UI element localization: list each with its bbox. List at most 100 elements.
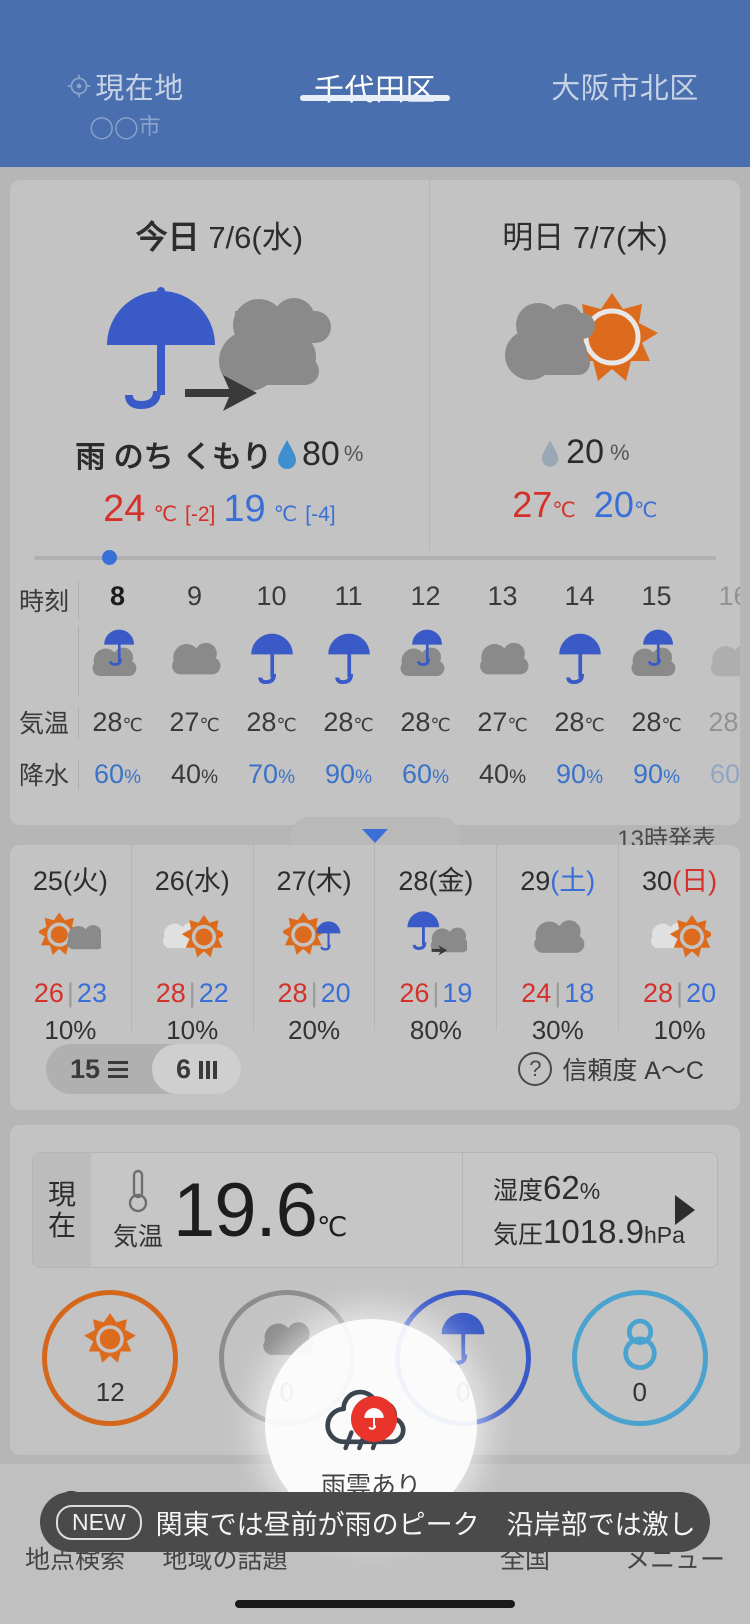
week-day[interactable]: 29(土) 24 | 18 30% bbox=[497, 845, 620, 1045]
week-date: 30(日) bbox=[642, 866, 718, 896]
forecast-range-toggle[interactable]: 15 6 bbox=[46, 1044, 242, 1094]
current-temp-label: 気温 bbox=[113, 1223, 164, 1251]
hourly-temp-cell: 28℃ bbox=[400, 706, 451, 737]
rain-cloudy-icon bbox=[375, 902, 496, 972]
tab-chiyoda[interactable]: 千代田区 bbox=[250, 57, 500, 109]
stat-circle[interactable]: 0 bbox=[571, 1290, 708, 1426]
sunny-cloudy-icon bbox=[10, 902, 131, 972]
tab-sublabel: ◯◯市 bbox=[89, 114, 161, 139]
current-temp-unit: ℃ bbox=[316, 1211, 347, 1242]
umbrella-icon bbox=[364, 1408, 384, 1430]
today-high: 24 bbox=[103, 488, 146, 530]
toggle-15-day[interactable]: 15 bbox=[46, 1044, 152, 1094]
current-badge: 現 在 bbox=[33, 1153, 91, 1267]
weekly-forecast-card: 25(火) 26 | 23 10% 26(水) 28 | 22 10% 27(木) 28… bbox=[10, 845, 740, 1110]
hourly-icon-cell bbox=[233, 626, 310, 696]
hourly-icon-row bbox=[10, 626, 740, 696]
week-date: 29(土) bbox=[520, 866, 596, 896]
week-pop: 10% bbox=[44, 1015, 97, 1045]
week-date: 26(水) bbox=[154, 866, 230, 896]
week-pop: 10% bbox=[166, 1015, 219, 1045]
week-pop: 10% bbox=[653, 1015, 706, 1045]
tab-osaka-kita[interactable]: 大阪市北区 bbox=[500, 57, 750, 107]
today-title: 今日 7/6(水) bbox=[10, 180, 429, 258]
humidity-label: 湿度 bbox=[493, 1177, 544, 1205]
chevron-right-icon[interactable] bbox=[675, 1195, 695, 1225]
pressure-value: 1018.9 bbox=[543, 1213, 644, 1250]
week-temps: 26 | 19 bbox=[399, 978, 473, 1008]
raindrop-icon bbox=[278, 440, 297, 469]
hourly-precip-cells: 60% 40% 70% 90% 60% 40% 90% 90% 60% bbox=[78, 758, 740, 790]
current-temp-value: 19.6 bbox=[173, 1167, 318, 1253]
gps-icon bbox=[66, 73, 92, 99]
cloudy-icon bbox=[497, 902, 618, 972]
hourly-time-cells[interactable]: 8910111213141516 bbox=[10, 580, 740, 866]
today-low-unit: ℃ bbox=[273, 503, 298, 526]
hourly-scroll-track[interactable] bbox=[34, 550, 716, 565]
raindrop-icon bbox=[541, 439, 559, 467]
hourly-time-row: 時刻 8910111213141516 bbox=[10, 574, 740, 866]
home-indicator bbox=[235, 1600, 515, 1608]
hourly-time-cell[interactable]: 11 bbox=[310, 581, 387, 620]
hourly-precip-label: 降水 bbox=[18, 762, 69, 790]
hourly-time-cell[interactable]: 13 bbox=[464, 581, 541, 620]
hourly-icon-cell bbox=[541, 626, 618, 696]
thermometer-icon bbox=[128, 1169, 148, 1213]
hourly-precip-cell: 60% bbox=[710, 758, 740, 789]
tab-current-location[interactable]: 現在地 ◯◯市 bbox=[0, 57, 250, 141]
cloudy-sunny-icon bbox=[619, 902, 740, 972]
week-day[interactable]: 27(木) 28 | 20 20% bbox=[254, 845, 376, 1045]
confidence-info[interactable]: ? 信頼度 A〜C bbox=[518, 1051, 704, 1087]
weekly-days: 25(火) 26 | 23 10% 26(水) 28 | 22 10% 27(木) 28… bbox=[10, 845, 740, 1045]
tomorrow-pop: 20 bbox=[566, 433, 604, 471]
cloudy-rain-icon bbox=[396, 629, 456, 694]
week-temps: 24 | 18 bbox=[521, 978, 595, 1008]
hourly-precip-cell: 60% bbox=[94, 758, 141, 789]
current-temperature-block: 気温 19.6℃ bbox=[91, 1153, 463, 1267]
week-day[interactable]: 26(水) 28 | 22 10% bbox=[132, 845, 254, 1045]
toggle-15-label: 15 bbox=[70, 1053, 101, 1084]
hourly-icon-cell bbox=[464, 626, 541, 696]
hourly-time-cell[interactable]: 9 bbox=[156, 581, 233, 620]
sunny-rain-icon bbox=[254, 902, 375, 972]
today-panel[interactable]: 今日 7/6(水) 雨 のち くもり 80 % 24 ℃ [-2] 19 ℃ [… bbox=[10, 180, 430, 550]
pressure-unit: hPa bbox=[643, 1222, 685, 1248]
news-new-tag: NEW bbox=[56, 1504, 142, 1540]
hourly-time-cell[interactable]: 15 bbox=[618, 581, 695, 620]
week-day[interactable]: 25(火) 26 | 23 10% bbox=[10, 845, 132, 1045]
week-temps: 28 | 22 bbox=[155, 978, 229, 1008]
news-text: 関東では昼前が雨のピーク 沿岸部では激しい雨の… bbox=[155, 1509, 694, 1540]
hourly-temp-cell: 28℃ bbox=[92, 706, 143, 737]
current-observation-row[interactable]: 現 在 気温 19.6℃ 湿度62% 気圧1018.9hPa bbox=[32, 1152, 718, 1268]
hourly-time-cell[interactable]: 10 bbox=[233, 581, 310, 620]
hourly-time-cell[interactable]: 12 bbox=[387, 581, 464, 620]
hourly-time-label: 時刻 bbox=[18, 588, 69, 616]
hourly-forecast: 時刻 8910111213141516 気温 28℃ 27℃ 28℃ 28℃ 28℃ 27… bbox=[10, 574, 740, 866]
stat-circle-value: 12 bbox=[95, 1377, 125, 1407]
hourly-time-cell[interactable]: 16 bbox=[695, 581, 740, 620]
toggle-6-day[interactable]: 6 bbox=[152, 1044, 242, 1094]
current-badge-line1: 現 bbox=[47, 1178, 76, 1210]
week-day[interactable]: 28(金) 26 | 19 80% bbox=[375, 845, 498, 1045]
week-temps: 28 | 20 bbox=[277, 978, 351, 1008]
hourly-scroll-thumb[interactable] bbox=[102, 550, 117, 565]
tomorrow-temps: 27℃ 20℃ bbox=[430, 484, 740, 526]
rain-icon bbox=[550, 629, 610, 694]
today-low-delta: [-4] bbox=[305, 503, 336, 526]
pressure-label: 気圧 bbox=[493, 1221, 544, 1249]
hourly-time-cell[interactable]: 8 bbox=[79, 581, 156, 620]
today-temps: 24 ℃ [-2] 19 ℃ [-4] bbox=[10, 488, 429, 531]
hourly-icon-cells bbox=[78, 626, 740, 696]
hourly-icon-cell bbox=[310, 626, 387, 696]
hourly-precip-cell: 90% bbox=[556, 758, 603, 789]
week-day[interactable]: 30(日) 28 | 20 10% bbox=[619, 845, 740, 1045]
news-banner[interactable]: NEW 関東では昼前が雨のピーク 沿岸部では激しい雨の… bbox=[40, 1492, 710, 1552]
humidity-value: 62 bbox=[543, 1169, 580, 1206]
hourly-time-cell[interactable]: 14 bbox=[541, 581, 618, 620]
tomorrow-panel[interactable]: 明日 7/7(木) 20 % 27℃ 20℃ bbox=[430, 180, 740, 550]
list-lines-icon bbox=[108, 1060, 129, 1078]
week-date: 27(木) bbox=[276, 866, 352, 896]
stat-circle[interactable]: 12 bbox=[42, 1290, 179, 1426]
today-pop: 80 bbox=[302, 434, 340, 473]
toggle-6-label: 6 bbox=[176, 1053, 192, 1084]
